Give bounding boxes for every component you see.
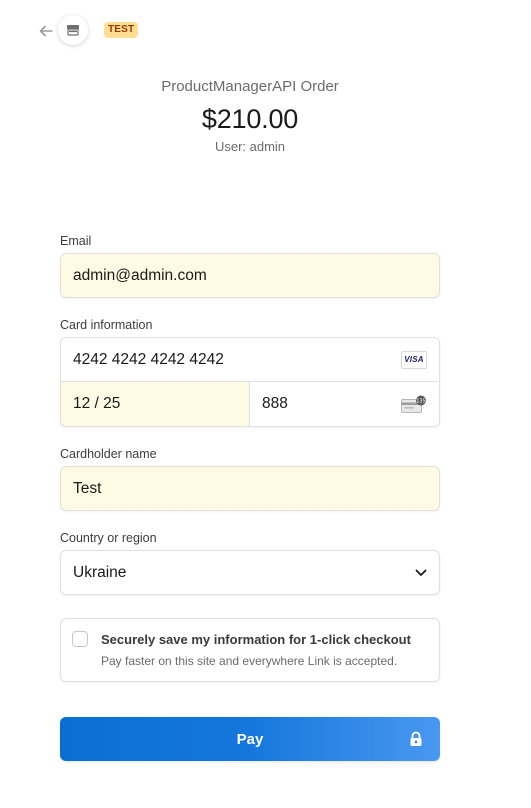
card-number-field[interactable]: 4242 4242 4242 4242 VISA	[61, 338, 439, 382]
card-expiry-cvc-row: 12 / 25 888 135	[61, 382, 439, 426]
country-select[interactable]: Ukraine	[60, 550, 440, 595]
store-icon-button[interactable]	[58, 15, 88, 45]
card-cvc-icon: 135	[401, 395, 426, 413]
save-info-checkbox[interactable]	[72, 631, 88, 647]
header: TEST	[0, 14, 531, 48]
card-expiry-value: 12 / 25	[73, 395, 121, 412]
card-information-label: Card information	[60, 318, 153, 332]
cardholder-name-label: Cardholder name	[60, 447, 157, 461]
order-amount: $210.00	[201, 104, 299, 134]
save-info-subtitle: Pay faster on this site and everywhere L…	[101, 654, 398, 668]
store-icon	[67, 25, 79, 36]
cvc-badge-text: 135	[416, 398, 426, 404]
cardholder-name-field[interactable]: Test	[60, 466, 440, 511]
card-number-value: 4242 4242 4242 4242	[73, 350, 224, 368]
save-info-title: Securely save my information for 1-click…	[101, 632, 411, 647]
email-value: admin@admin.com	[73, 266, 207, 284]
country-value: Ukraine	[73, 563, 127, 581]
card-cvc-value: 888	[262, 395, 288, 412]
card-expiry-field[interactable]: 12 / 25	[61, 382, 250, 426]
pay-button[interactable]: Pay	[60, 717, 440, 761]
test-mode-badge: TEST	[104, 22, 139, 38]
visa-icon: VISA	[401, 350, 427, 369]
order-user: User: admin	[214, 139, 286, 154]
lock-icon	[410, 731, 422, 746]
payment-form: Email admin@admin.com Card information 4…	[60, 232, 440, 761]
arrow-left-icon[interactable]	[37, 22, 55, 40]
save-info-box: Securely save my information for 1-click…	[60, 618, 440, 682]
email-field[interactable]: admin@admin.com	[60, 253, 440, 298]
chevron-down-icon	[415, 569, 427, 576]
country-label: Country or region	[60, 531, 157, 545]
order-summary: ProductManagerAPI Order $210.00 User: ad…	[0, 76, 500, 156]
cardholder-name-value: Test	[73, 479, 102, 497]
order-title: ProductManagerAPI Order	[161, 78, 339, 95]
email-label: Email	[60, 234, 92, 248]
pay-button-label: Pay	[236, 730, 264, 748]
card-cvc-field[interactable]: 888 135	[250, 382, 439, 426]
card-information-group: 4242 4242 4242 4242 VISA 12 / 25 888 135	[60, 337, 440, 427]
